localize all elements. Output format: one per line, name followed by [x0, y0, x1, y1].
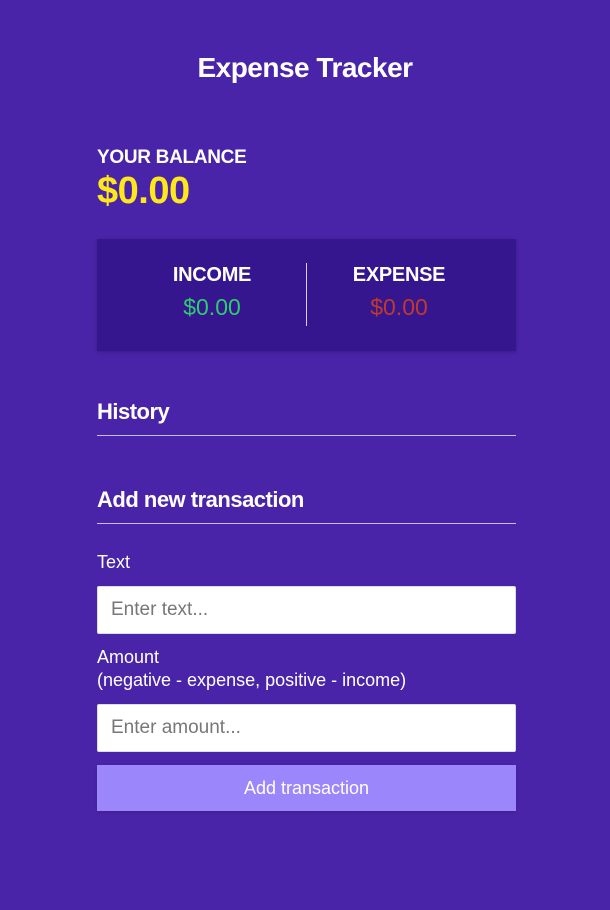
expense-label: EXPENSE: [352, 264, 446, 286]
add-transaction-title: Add new transaction: [97, 487, 516, 524]
expense-column: EXPENSE $0.00: [306, 239, 492, 351]
app-title: Expense Tracker: [197, 52, 413, 83]
amount-input[interactable]: [97, 704, 516, 752]
balance-amount: $0.00: [97, 170, 190, 212]
amount-label-text: Amount: [97, 647, 160, 667]
income-label: INCOME: [172, 264, 252, 286]
text-input[interactable]: [97, 586, 516, 634]
balance-label: YOUR BALANCE: [97, 147, 247, 168]
history-title: History: [97, 399, 516, 436]
amount-hint-text: (negative - expense, positive - income): [97, 670, 407, 690]
amount-field-label: Amount (negative - expense, positive - i…: [97, 646, 406, 692]
income-column: INCOME $0.00: [107, 239, 317, 351]
text-field-label: Text: [97, 552, 131, 572]
expense-amount: $0.00: [370, 294, 428, 320]
add-transaction-button[interactable]: Add transaction: [97, 765, 516, 811]
income-amount: $0.00: [183, 294, 241, 320]
income-expense-panel: INCOME $0.00 EXPENSE $0.00: [97, 239, 516, 351]
